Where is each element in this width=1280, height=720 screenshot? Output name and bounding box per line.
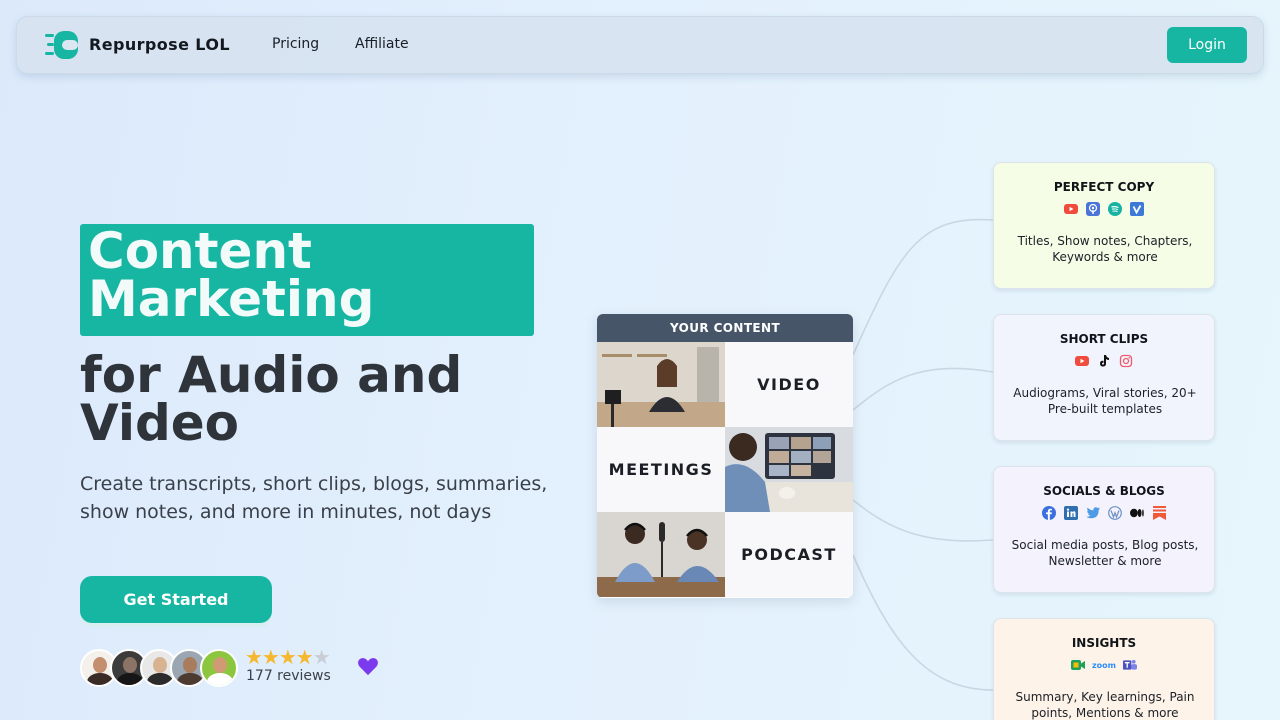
card-title: SOCIALS & BLOGS bbox=[1043, 484, 1165, 498]
card-icons bbox=[994, 506, 1214, 522]
perfect-copy-card: PERFECT COPY Titles, Show notes, Chapter… bbox=[993, 162, 1215, 289]
short-clips-card: SHORT CLIPS Audiograms, Viral stories, 2… bbox=[993, 314, 1215, 441]
panel-title: YOUR CONTENT bbox=[597, 314, 853, 342]
youtube-icon bbox=[1064, 202, 1078, 216]
podcast-photo bbox=[597, 512, 725, 597]
instagram-icon bbox=[1119, 354, 1133, 368]
card-description: Social media posts, Blog posts, Newslett… bbox=[1011, 538, 1199, 568]
login-button[interactable]: Login bbox=[1167, 27, 1247, 63]
your-content-panel: YOUR CONTENT VIDEO MEETINGS PODCAST bbox=[597, 314, 853, 598]
video-tile: VIDEO bbox=[725, 342, 853, 427]
medium-icon bbox=[1130, 506, 1144, 520]
card-title: SHORT CLIPS bbox=[1059, 332, 1149, 346]
apple-podcasts-icon bbox=[1086, 202, 1100, 216]
nav-link-pricing[interactable]: Pricing bbox=[272, 36, 319, 52]
card-icons bbox=[994, 202, 1214, 218]
headline-highlight-text: Content Marketing bbox=[88, 222, 375, 328]
avatar bbox=[200, 649, 238, 687]
heart-icon bbox=[358, 658, 378, 676]
nav-link-affiliate[interactable]: Affiliate bbox=[355, 36, 409, 52]
vimeo-icon bbox=[1130, 202, 1144, 216]
google-meet-icon bbox=[1071, 658, 1085, 672]
zoom-logo-text: zoom bbox=[1092, 660, 1116, 670]
card-icons bbox=[994, 354, 1214, 370]
insights-card: INSIGHTS zoom Summary, Key learnings, Pa… bbox=[993, 618, 1215, 720]
card-description: Summary, Key learnings, Pain points, Men… bbox=[1015, 690, 1195, 720]
headline-text: for Audio and Video bbox=[80, 346, 463, 452]
wordpress-icon bbox=[1108, 506, 1122, 520]
card-icons: zoom bbox=[994, 658, 1214, 674]
repurpose-logo-icon[interactable] bbox=[45, 31, 81, 59]
podcast-tile: PODCAST bbox=[725, 512, 853, 597]
meetings-photo bbox=[725, 427, 853, 512]
brand-name[interactable]: Repurpose LOL bbox=[89, 35, 230, 54]
review-count: 177 reviews bbox=[246, 668, 331, 684]
meetings-tile: MEETINGS bbox=[597, 427, 725, 512]
card-description: Audiograms, Viral stories, 20+ Pre-built… bbox=[1013, 386, 1197, 416]
teams-icon bbox=[1123, 658, 1137, 672]
spotify-icon bbox=[1108, 202, 1122, 216]
video-photo bbox=[597, 342, 725, 427]
facebook-icon bbox=[1042, 506, 1056, 520]
twitter-icon bbox=[1086, 506, 1100, 520]
card-title: PERFECT COPY bbox=[1053, 180, 1155, 194]
card-title: INSIGHTS bbox=[1071, 636, 1137, 650]
customer-avatars bbox=[80, 649, 240, 687]
hero-subtitle: Create transcripts, short clips, blogs, … bbox=[80, 473, 548, 523]
top-navbar: Repurpose LOL Pricing Affiliate Login bbox=[16, 16, 1264, 74]
card-description: Titles, Show notes, Chapters, Keywords &… bbox=[1017, 234, 1193, 264]
substack-icon bbox=[1152, 506, 1166, 520]
socials-blogs-card: SOCIALS & BLOGS Social media posts, Blog… bbox=[993, 466, 1215, 593]
youtube-icon bbox=[1075, 354, 1089, 368]
video-label: VIDEO bbox=[725, 342, 853, 427]
podcast-label: PODCAST bbox=[725, 512, 853, 597]
zoom-icon: zoom bbox=[1092, 658, 1116, 672]
get-started-button[interactable]: Get Started bbox=[80, 576, 272, 623]
rating-stars: ★★★★★ bbox=[245, 645, 331, 669]
tiktok-icon bbox=[1097, 354, 1111, 368]
linkedin-icon bbox=[1064, 506, 1078, 520]
meetings-label: MEETINGS bbox=[597, 427, 725, 512]
